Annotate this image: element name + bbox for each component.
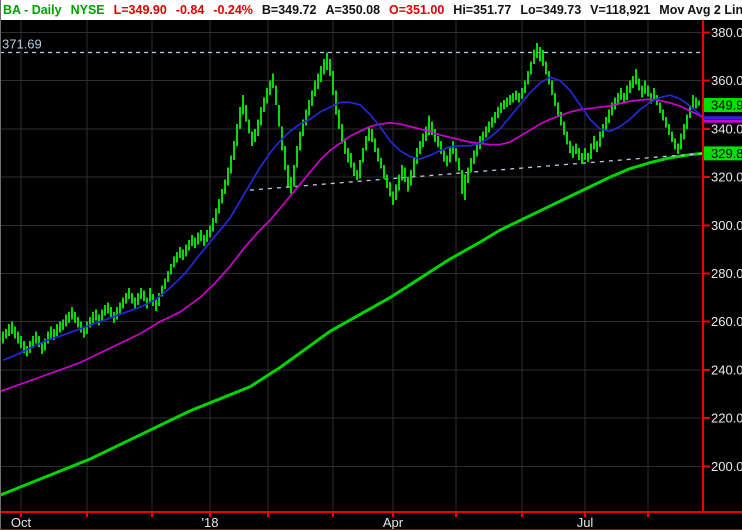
high-value: Hi=351.77 <box>453 3 512 17</box>
low-value: Lo=349.73 <box>520 3 582 17</box>
ma200-price-tag-label: 329.84 <box>711 146 742 161</box>
price-change-pct: -0.24% <box>213 3 253 17</box>
grid <box>0 20 703 512</box>
month-tick-label: Jul <box>577 515 594 530</box>
trading-chart-window: BA - Daily NYSE L=349.90 -0.84 -0.24% B=… <box>0 0 742 530</box>
last-price-tag: 349.90 <box>704 98 742 113</box>
volume-value: V=118,921 <box>590 3 651 17</box>
ma50-axis-marker <box>704 119 742 123</box>
window-left-border <box>0 0 1 530</box>
time-axis-labels: Oct '18 Apr Jul <box>11 515 594 530</box>
trendline <box>249 152 704 191</box>
candlesticks <box>2 42 700 357</box>
quote-bar: BA - Daily NYSE L=349.90 -0.84 -0.24% B=… <box>0 0 742 20</box>
ask-value: A=350.08 <box>325 3 381 17</box>
resistance-line: 371.69 <box>0 37 703 54</box>
price-tick-label: 220.00 <box>711 411 742 426</box>
indicator-label: Mov Avg 2 Lines (Close,20,50 ... <box>659 3 742 17</box>
axes <box>0 20 742 517</box>
bid-value: B=349.72 <box>261 3 317 17</box>
month-tick-label: Apr <box>383 515 404 530</box>
resistance-price-label: 371.69 <box>2 37 42 52</box>
price-axis-labels: 380.00 360.00 340.00 320.00 300.00 280.00 260.… <box>711 25 742 474</box>
price-tick-label: 300.00 <box>711 218 742 233</box>
last-price: L=349.90 <box>113 3 167 17</box>
exchange-label: NYSE <box>70 3 105 17</box>
ma-200-line <box>0 151 705 497</box>
open-value: O=351.00 <box>389 3 445 17</box>
price-tick-label: 280.00 <box>711 266 742 281</box>
ma20-axis-marker <box>704 116 742 120</box>
price-tick-label: 320.00 <box>711 170 742 185</box>
price-tick-label: 240.00 <box>711 362 742 377</box>
price-tick-label: 360.00 <box>711 73 742 88</box>
price-tick-label: 340.00 <box>711 121 742 136</box>
last-price-tag-label: 349.90 <box>711 98 742 113</box>
month-tick-label: Oct <box>11 515 32 530</box>
symbol-label: BA - Daily <box>3 3 62 17</box>
price-tick-label: 200.00 <box>711 459 742 474</box>
price-tick-label: 380.00 <box>711 25 742 40</box>
price-change: -0.84 <box>175 3 205 17</box>
month-tick-label: '18 <box>202 515 219 530</box>
price-tick-label: 260.00 <box>711 314 742 329</box>
price-chart[interactable]: 371.69 380.00 360.00 340.00 320.00 300.00 280.… <box>0 20 742 530</box>
ma200-price-tag: 329.84 <box>704 146 742 161</box>
